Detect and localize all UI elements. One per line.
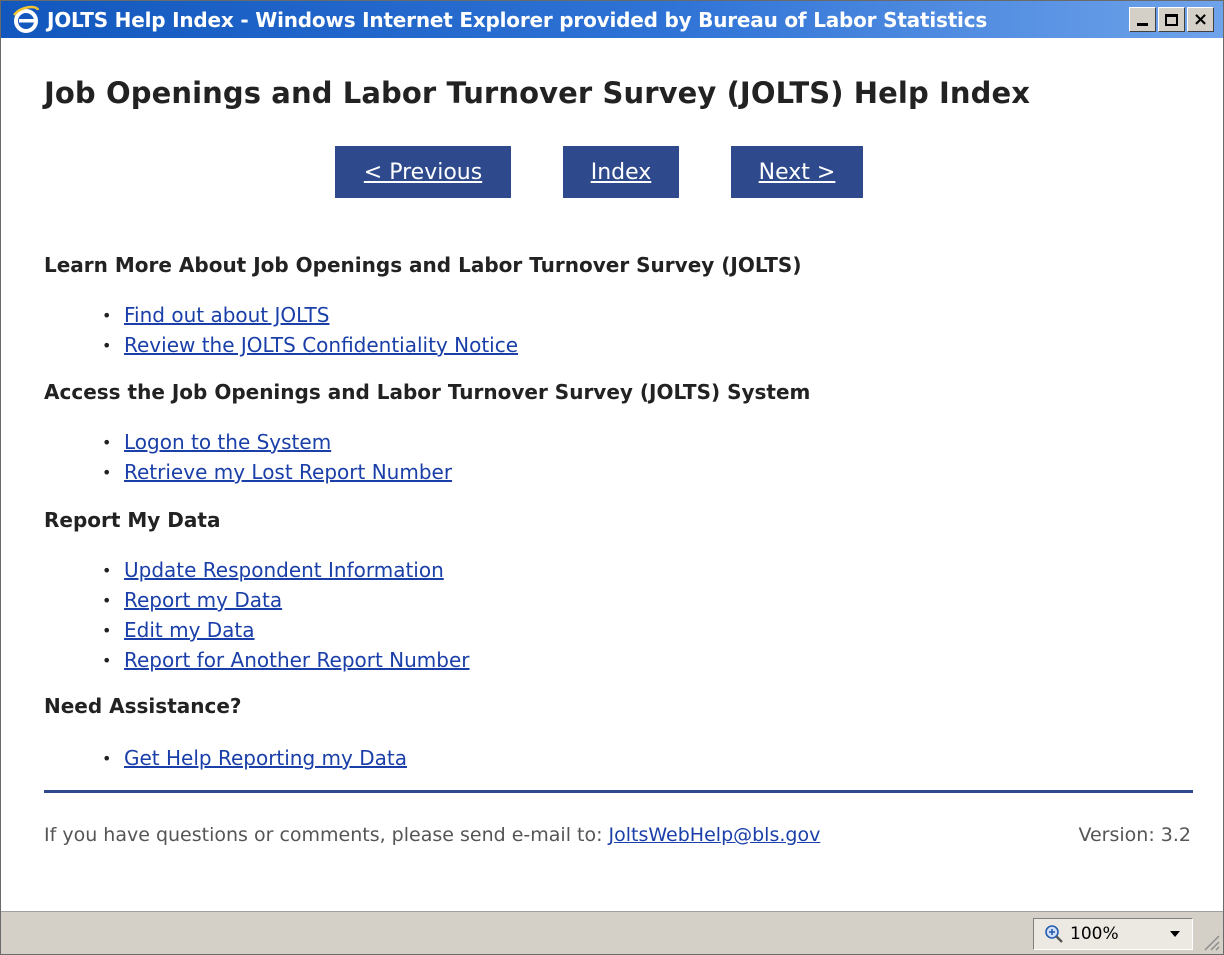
link-list-learn-more: • Find out about JOLTS • Review the JOLT… xyxy=(96,300,518,360)
minimize-button[interactable] xyxy=(1129,7,1156,32)
resize-grip-icon[interactable] xyxy=(1199,930,1221,952)
list-item: • Report my Data xyxy=(96,585,470,615)
section-heading-need-assistance: Need Assistance? xyxy=(44,694,242,718)
window-title: JOLTS Help Index - Windows Internet Expl… xyxy=(47,7,988,32)
footer-contact: If you have questions or comments, pleas… xyxy=(44,824,820,846)
section-heading-learn-more: Learn More About Job Openings and Labor … xyxy=(44,253,802,277)
close-icon: × xyxy=(1192,8,1209,30)
link-list-need-assistance: • Get Help Reporting my Data xyxy=(96,743,407,773)
status-bar: 100% xyxy=(1,911,1223,954)
list-item: • Logon to the System xyxy=(96,427,452,457)
bullet: • xyxy=(102,432,112,452)
bullet: • xyxy=(102,590,112,610)
link-update-respondent-information[interactable]: Update Respondent Information xyxy=(124,558,444,582)
zoom-icon xyxy=(1044,924,1064,944)
link-logon[interactable]: Logon to the System xyxy=(124,430,331,454)
list-item: • Edit my Data xyxy=(96,615,470,645)
minimize-icon xyxy=(1137,23,1148,26)
bullet: • xyxy=(102,748,112,768)
page-title: Job Openings and Labor Turnover Survey (… xyxy=(44,76,1031,110)
next-button[interactable]: Next > xyxy=(731,146,863,198)
page-content: Job Openings and Labor Turnover Survey (… xyxy=(1,38,1223,911)
list-item: • Get Help Reporting my Data xyxy=(96,743,407,773)
bullet: • xyxy=(102,335,112,355)
list-item: • Find out about JOLTS xyxy=(96,300,518,330)
browser-window: JOLTS Help Index - Windows Internet Expl… xyxy=(0,0,1224,955)
footer-contact-text: If you have questions or comments, pleas… xyxy=(44,824,609,846)
link-find-out-about-jolts[interactable]: Find out about JOLTS xyxy=(124,303,329,327)
previous-button[interactable]: < Previous xyxy=(335,146,511,198)
list-item: • Update Respondent Information xyxy=(96,555,470,585)
list-item: • Report for Another Report Number xyxy=(96,645,470,675)
bullet: • xyxy=(102,462,112,482)
link-confidentiality-notice[interactable]: Review the JOLTS Confidentiality Notice xyxy=(124,333,518,357)
title-bar[interactable]: JOLTS Help Index - Windows Internet Expl… xyxy=(1,1,1223,38)
bullet: • xyxy=(102,305,112,325)
close-button[interactable]: × xyxy=(1187,7,1214,32)
link-report-my-data[interactable]: Report my Data xyxy=(124,588,282,612)
bullet: • xyxy=(102,560,112,580)
ie-logo-icon xyxy=(11,5,41,35)
version-label: Version: 3.2 xyxy=(1078,824,1191,846)
section-heading-access-system: Access the Job Openings and Labor Turnov… xyxy=(44,380,811,404)
index-button[interactable]: Index xyxy=(563,146,679,198)
maximize-button[interactable] xyxy=(1158,7,1185,32)
chevron-down-icon[interactable] xyxy=(1170,931,1180,937)
section-heading-report-my-data: Report My Data xyxy=(44,508,221,532)
maximize-icon xyxy=(1165,13,1178,26)
email-link[interactable]: JoltsWebHelp@bls.gov xyxy=(609,824,821,846)
link-retrieve-report-number[interactable]: Retrieve my Lost Report Number xyxy=(124,460,452,484)
bullet: • xyxy=(102,620,112,640)
window-controls: × xyxy=(1129,7,1214,32)
link-edit-my-data[interactable]: Edit my Data xyxy=(124,618,255,642)
link-list-access-system: • Logon to the System • Retrieve my Lost… xyxy=(96,427,452,487)
footer-divider xyxy=(44,790,1193,793)
list-item: • Review the JOLTS Confidentiality Notic… xyxy=(96,330,518,360)
bullet: • xyxy=(102,650,112,670)
list-item: • Retrieve my Lost Report Number xyxy=(96,457,452,487)
zoom-control[interactable]: 100% xyxy=(1033,918,1193,950)
link-report-another-number[interactable]: Report for Another Report Number xyxy=(124,648,470,672)
link-get-help-reporting[interactable]: Get Help Reporting my Data xyxy=(124,746,407,770)
zoom-level: 100% xyxy=(1070,924,1119,944)
link-list-report-my-data: • Update Respondent Information • Report… xyxy=(96,555,470,675)
